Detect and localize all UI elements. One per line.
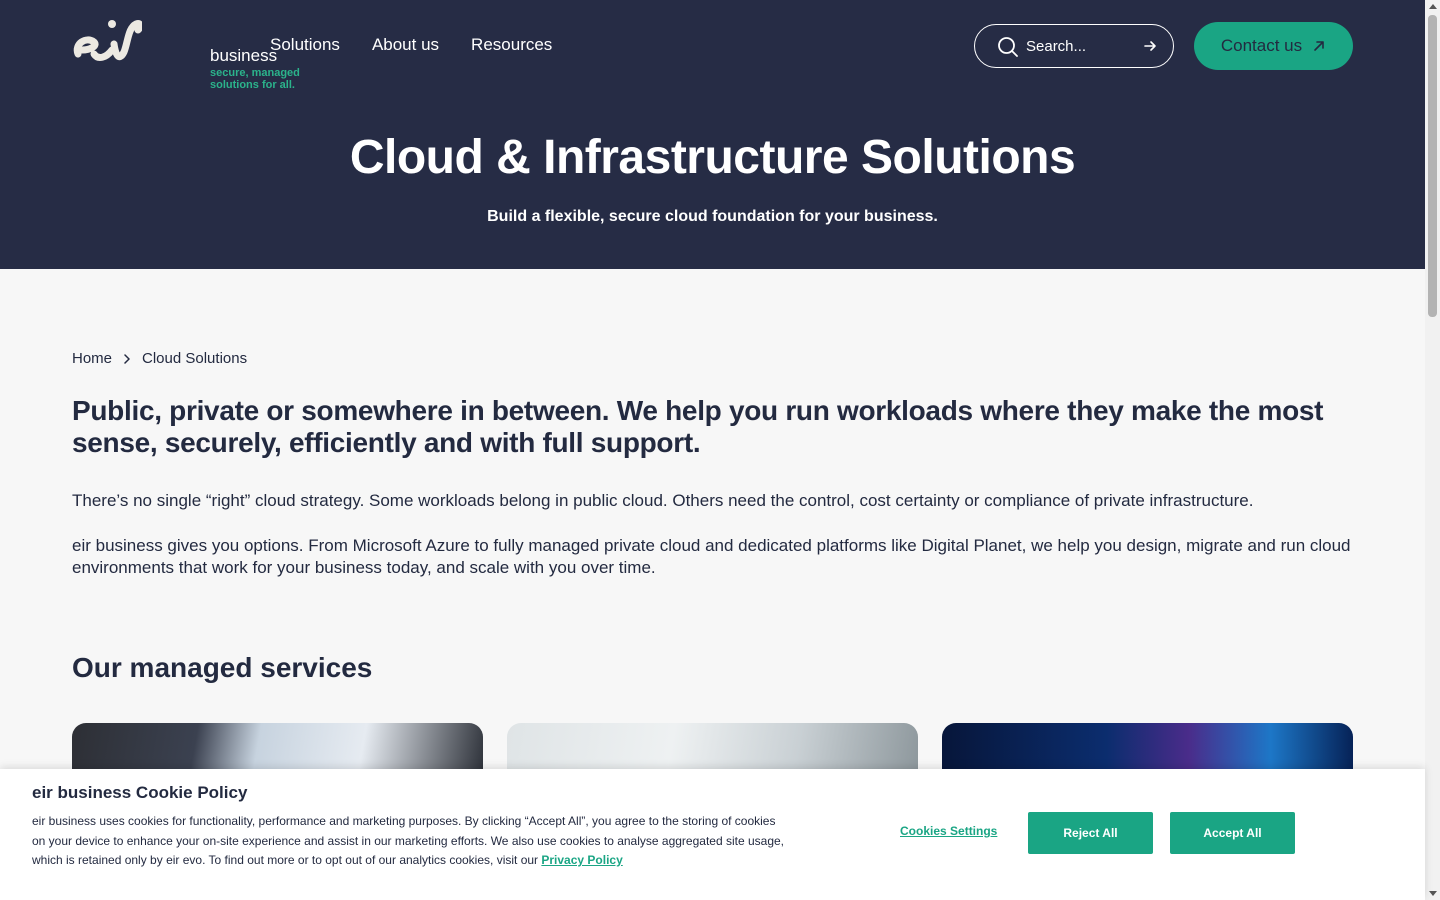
nav-about-us[interactable]: About us [372,35,439,55]
nav-solutions[interactable]: Solutions [270,35,340,55]
page-title: Cloud & Infrastructure Solutions [349,131,1076,184]
page-scrollbar[interactable] [1425,0,1440,900]
nav-resources[interactable]: Resources [471,35,552,55]
privacy-policy-link[interactable]: Privacy Policy [541,853,622,867]
main-nav: Solutions About us Resources [270,35,552,55]
breadcrumb-home[interactable]: Home [72,350,112,367]
scroll-down-arrow-icon[interactable] [1429,891,1437,896]
cookie-banner-body: eir business uses cookies for functional… [32,814,784,867]
intro-paragraph-2: eir business gives you options. From Mic… [72,536,1351,577]
contact-us-label: Contact us [1220,36,1303,55]
search-input[interactable] [1026,35,1136,57]
page-subtitle: Build a flexible, secure cloud foundatio… [487,208,938,225]
cookie-banner-title: eir business Cookie Policy [32,783,248,802]
cookie-banner-text: eir business uses cookies for functional… [32,812,792,871]
contact-us-button[interactable]: Contact us [1194,22,1353,70]
cookie-banner: eir business Cookie Policy eir business … [0,769,1425,900]
chevron-right-icon [124,353,130,364]
logo-wordmark: business [210,46,278,65]
search-icon [998,37,1018,57]
eir-business-logo[interactable]: business secure, managed solutions for a… [72,14,300,91]
accept-all-button[interactable]: Accept All [1170,812,1295,854]
cookies-settings-link[interactable]: Cookies Settings [900,824,997,838]
logo-tagline: secure, managed solutions for all. [210,67,300,91]
services-heading: Our managed services [72,652,373,683]
breadcrumb: Home Cloud Solutions [72,350,247,367]
search-box[interactable] [974,24,1174,68]
intro-paragraph-1: There’s no single “right” cloud strategy… [72,491,1254,510]
arrow-right-icon[interactable] [1143,39,1157,53]
eir-logo-icon [73,20,144,61]
intro-lead: Public, private or somewhere in between.… [72,395,1324,458]
breadcrumb-current: Cloud Solutions [142,350,248,367]
reject-all-button[interactable]: Reject All [1028,812,1153,854]
scrollbar-thumb[interactable] [1428,15,1437,317]
site-header-hero: business secure, managed solutions for a… [0,0,1425,269]
scroll-up-arrow-icon[interactable] [1429,4,1437,9]
arrow-up-right-icon [1314,41,1324,51]
